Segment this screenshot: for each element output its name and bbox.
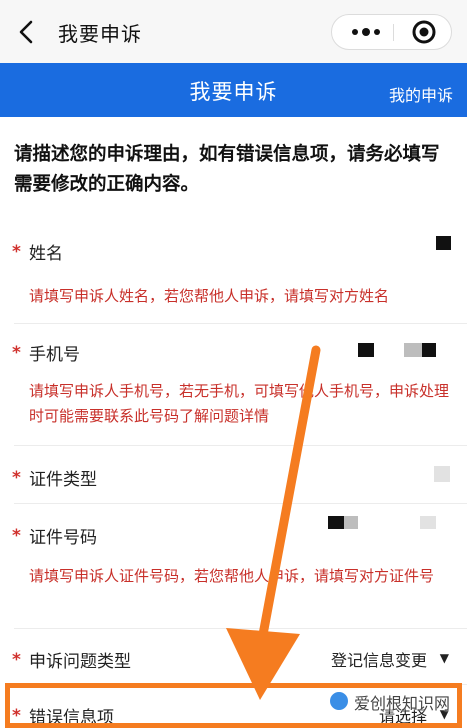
dropdown-arrow-icon[interactable]: ▼ (440, 651, 449, 665)
redacted-value (328, 516, 344, 529)
target-circle-icon[interactable] (402, 15, 446, 49)
divider (14, 323, 467, 324)
watermark-logo-icon (328, 690, 350, 712)
watermark-text: 爱创根知识网 (354, 694, 451, 713)
issue-type-value[interactable]: 登记信息变更 (331, 647, 427, 671)
redacted-value (434, 466, 450, 482)
id-type-label: 证件类型 (29, 470, 97, 490)
divider (14, 628, 467, 629)
page-header: 我要申诉 我的申诉 (0, 63, 467, 117)
divider (14, 503, 467, 504)
id-number-label: 证件号码 (29, 528, 97, 548)
intro-text: 请描述您的申诉理由，如有错误信息项，请务必填写需要修改的正确内容。 (14, 144, 440, 195)
required-mark: * (12, 468, 21, 488)
redacted-value (422, 343, 436, 357)
nav-title: 我要申诉 (58, 22, 142, 46)
mini-program-capsule (331, 14, 452, 50)
redacted-value (420, 516, 436, 529)
navigation-bar: 我要申诉 (0, 0, 467, 63)
chevron-left-icon[interactable] (14, 17, 40, 47)
more-dots-icon[interactable] (342, 15, 390, 49)
divider (14, 445, 467, 446)
required-mark: * (12, 526, 21, 546)
id-number-hint: 请填写申诉人证件号码，若您帮他人申诉，请填写对方证件号 (29, 567, 435, 585)
redacted-value (436, 236, 451, 250)
required-mark: * (12, 650, 21, 670)
phone-hint: 请填写申诉人手机号，若无手机，可填写他人手机号，申诉处理时可能需要联系此号码了解… (29, 382, 450, 425)
required-mark: * (12, 343, 21, 363)
phone-label: 手机号 (29, 345, 80, 365)
name-label: 姓名 (29, 244, 63, 264)
issue-type-label: 申诉问题类型 (29, 652, 131, 672)
my-appeals-link[interactable]: 我的申诉 (389, 82, 453, 106)
required-mark: * (12, 242, 21, 262)
redacted-value (358, 343, 374, 357)
capsule-divider (393, 24, 394, 41)
redacted-value (404, 343, 422, 357)
name-hint: 请填写申诉人姓名，若您帮他人申诉，请填写对方姓名 (29, 287, 390, 305)
redacted-value (344, 516, 358, 529)
